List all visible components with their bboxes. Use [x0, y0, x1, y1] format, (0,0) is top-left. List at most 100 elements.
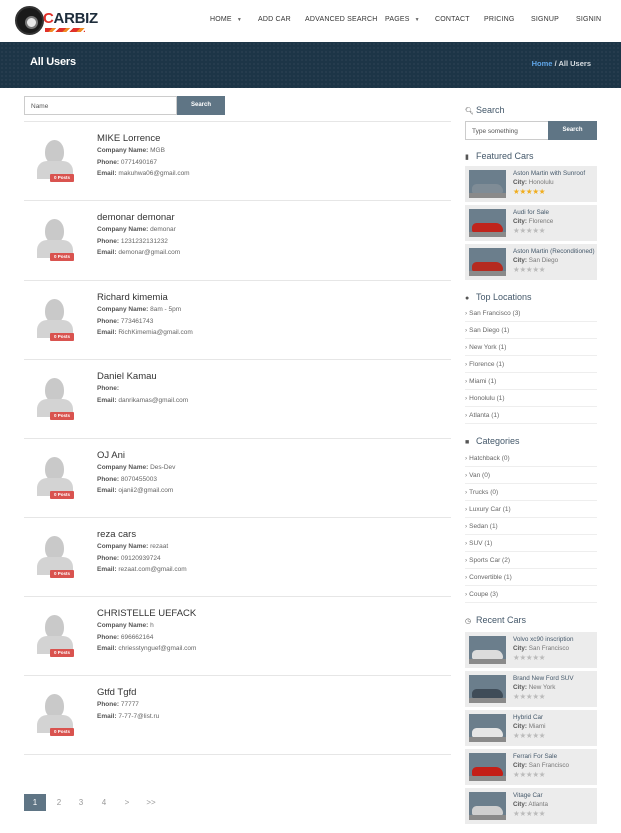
nav-item-advanced-search[interactable]: ADVANCED SEARCH [305, 16, 378, 23]
car-widget-item[interactable]: Ferrari For Sale City: San Francisco ★★★★★ [465, 749, 597, 785]
car-thumbnail[interactable] [469, 170, 506, 198]
user-search-form: Name Search [24, 96, 225, 115]
company-line: Company Name: demonar [97, 224, 180, 236]
page-link-4[interactable]: 4 [93, 794, 115, 811]
email-value[interactable]: demonar@gmail.com [118, 249, 180, 256]
car-widget-item[interactable]: Hybrid Car City: Miami ★★★★★ [465, 710, 597, 746]
user-name[interactable]: OJ Ani [97, 450, 175, 462]
sidebar-link-item[interactable]: Luxury Car (1) [465, 501, 597, 518]
user-avatar[interactable]: 0 Posts [36, 136, 74, 182]
email-value[interactable]: makuhwa06@gmail.com [118, 170, 189, 177]
sidebar-link-label: Trucks (0) [469, 489, 499, 496]
nav-item-signin[interactable]: SIGNIN [576, 16, 601, 23]
sidebar-link-item[interactable]: Florence (1) [465, 356, 597, 373]
sidebar-link-item[interactable]: Sedan (1) [465, 518, 597, 535]
car-thumbnail[interactable] [469, 209, 506, 237]
car-widget-item[interactable]: Brand New Ford SUV City: New York ★★★★★ [465, 671, 597, 707]
user-avatar[interactable]: 0 Posts [36, 611, 74, 657]
sidebar-link-item[interactable]: San Diego (1) [465, 322, 597, 339]
car-title[interactable]: Aston Martin with Sunroof [513, 170, 585, 177]
phone-line: Phone: 773461743 [97, 316, 193, 328]
page-link-5[interactable]: > [116, 794, 138, 811]
user-avatar[interactable]: 0 Posts [36, 295, 74, 341]
page-link-6[interactable]: >> [140, 794, 162, 811]
user-avatar[interactable]: 0 Posts [36, 374, 74, 420]
sidebar-link-item[interactable]: Honolulu (1) [465, 390, 597, 407]
sidebar-link-item[interactable]: Atlanta (1) [465, 407, 597, 424]
car-widget-item[interactable]: Volvo xc90 inscription City: San Francisc… [465, 632, 597, 668]
sidebar-link-label: SUV (1) [469, 540, 493, 547]
email-value[interactable]: 7-77-7@list.ru [118, 713, 159, 720]
road-shape [469, 271, 506, 276]
nav-item-add-car[interactable]: ADD CAR [258, 16, 291, 23]
logo[interactable]: CARBIZ [15, 6, 98, 36]
user-avatar[interactable]: 0 Posts [36, 690, 74, 736]
car-thumbnail[interactable] [469, 636, 506, 664]
page-link-2[interactable]: 2 [48, 794, 70, 811]
user-avatar[interactable]: 0 Posts [36, 215, 74, 261]
email-line: Email: demonar@gmail.com [97, 247, 180, 259]
car-title[interactable]: Vitage Car [513, 792, 543, 799]
car-title[interactable]: Hybrid Car [513, 714, 543, 721]
car-title[interactable]: Aston Martin (Reconditioned) [513, 248, 595, 255]
sidebar-link-item[interactable]: Miami (1) [465, 373, 597, 390]
user-avatar[interactable]: 0 Posts [36, 532, 74, 578]
user-name[interactable]: MIKE Lorrence [97, 133, 190, 145]
email-value[interactable]: ojanii2@gmail.com [118, 487, 173, 494]
user-name[interactable]: CHRISTELLE UEFACK [97, 608, 196, 620]
company-line: Company Name: MGB [97, 145, 190, 157]
email-value[interactable]: rezaat.com@gmail.com [118, 566, 186, 573]
sidebar-link-item[interactable]: Van (0) [465, 467, 597, 484]
email-value[interactable]: chriesstynguef@gmail.com [118, 645, 196, 652]
email-value[interactable]: RichKimemia@gmail.com [118, 329, 193, 336]
car-thumbnail[interactable] [469, 248, 506, 276]
car-widget-item[interactable]: Vitage Car City: Atlanta ★★★★★ [465, 788, 597, 824]
car-title[interactable]: Audi for Sale [513, 209, 549, 216]
car-widget-item[interactable]: Aston Martin with Sunroof City: Honolulu ★… [465, 166, 597, 202]
sidebar-link-item[interactable]: Sports Car (2) [465, 552, 597, 569]
sidebar-link-item[interactable]: SUV (1) [465, 535, 597, 552]
sidebar-link-item[interactable]: San Francisco (3) [465, 305, 597, 322]
car-thumbnail[interactable] [469, 714, 506, 742]
sidebar-search-input[interactable]: Type something [465, 121, 549, 140]
car-thumbnail[interactable] [469, 753, 506, 781]
sidebar-link-item[interactable]: Coupe (3) [465, 586, 597, 603]
car-widget-item[interactable]: Audi for Sale City: Florence ★★★★★ [465, 205, 597, 241]
sidebar-search-button[interactable]: Search [548, 121, 597, 140]
user-avatar[interactable]: 0 Posts [36, 453, 74, 499]
nav-item-signup[interactable]: SIGNUP [531, 16, 559, 23]
breadcrumb-home-link[interactable]: Home [532, 59, 553, 68]
phone-value: 8070455003 [120, 475, 157, 483]
car-title[interactable]: Brand New Ford SUV [513, 675, 574, 682]
sidebar-search-title: Search [476, 105, 505, 115]
page-link-3[interactable]: 3 [70, 794, 92, 811]
nav-item-home[interactable]: HOME ▼ [210, 16, 242, 23]
post-count-badge: 0 Posts [50, 491, 74, 499]
user-name[interactable]: Gtfd Tgfd [97, 687, 159, 699]
nav-item-contact[interactable]: CONTACT [435, 16, 470, 23]
page-link-1[interactable]: 1 [24, 794, 46, 811]
nav-item-pages[interactable]: PAGES ▼ [385, 16, 420, 23]
email-value[interactable]: danrikamas@gmail.com [118, 397, 188, 404]
user-row: 0 Posts Daniel Kamau Phone: Email: danrika… [24, 360, 451, 439]
user-row: 0 Posts reza cars Company Name: rezaat Phon… [24, 518, 451, 597]
nav-item-pricing[interactable]: PRICING [484, 16, 515, 23]
user-info: OJ Ani Company Name: Des-Dev Phone: 807045… [97, 450, 175, 497]
sidebar-link-item[interactable]: Trucks (0) [465, 484, 597, 501]
user-name[interactable]: reza cars [97, 529, 187, 541]
user-search-button[interactable]: Search [177, 96, 225, 115]
sidebar-link-item[interactable]: Convertible (1) [465, 569, 597, 586]
sidebar-link-label: San Diego (1) [469, 327, 510, 334]
sidebar-link-item[interactable]: Hatchback (0) [465, 450, 597, 467]
user-name[interactable]: Daniel Kamau [97, 371, 188, 383]
car-title[interactable]: Ferrari For Sale [513, 753, 557, 760]
user-name-search-input[interactable]: Name [24, 96, 177, 115]
car-widget-item[interactable]: Aston Martin (Reconditioned) City: San Di… [465, 244, 597, 280]
sidebar-link-item[interactable]: New York (1) [465, 339, 597, 356]
car-title[interactable]: Volvo xc90 inscription [513, 636, 574, 643]
car-thumbnail[interactable] [469, 675, 506, 703]
user-name[interactable]: Richard kimemia [97, 292, 193, 304]
user-name[interactable]: demonar demonar [97, 212, 180, 224]
nav-item-label: ADD CAR [258, 16, 291, 23]
car-thumbnail[interactable] [469, 792, 506, 820]
